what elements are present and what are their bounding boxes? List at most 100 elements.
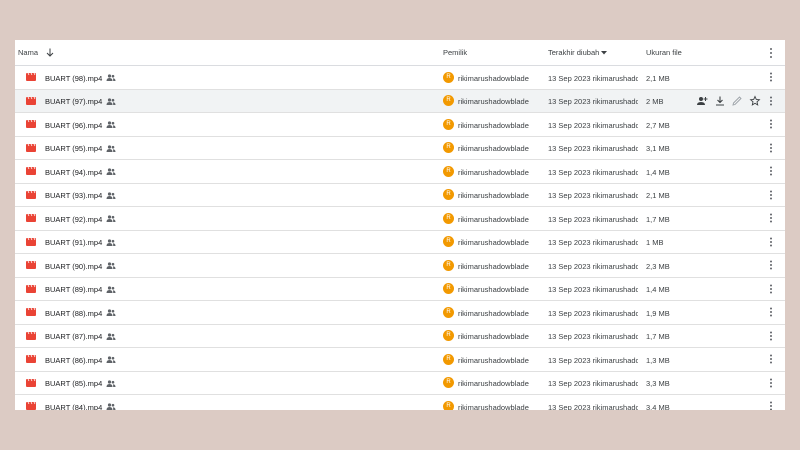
- file-row[interactable]: BUART (90).mp4 Rrikimarushadowblade 13 Sep…: [15, 254, 785, 278]
- file-size: 2,3 MB: [646, 261, 670, 271]
- video-file-icon: [26, 378, 36, 387]
- more-vert-icon[interactable]: [769, 47, 773, 59]
- owner-avatar: R: [443, 71, 454, 83]
- file-name[interactable]: BUART (93).mp4: [45, 191, 102, 200]
- more-vert-icon[interactable]: [768, 330, 774, 342]
- file-name[interactable]: BUART (96).mp4: [45, 121, 102, 130]
- file-row[interactable]: BUART (88).mp4 Rrikimarushadowblade 13 Sep…: [15, 301, 785, 325]
- file-name[interactable]: BUART (88).mp4: [45, 309, 102, 318]
- last-modified: 13 Sep 2023 rikimarushadowblade: [548, 285, 638, 294]
- file-size: 1,4 MB: [646, 285, 670, 294]
- rename-icon[interactable]: [731, 95, 743, 107]
- file-row[interactable]: BUART (98).mp4 Rrikimarushadowblade 13 Sep…: [15, 66, 785, 90]
- video-file-icon: [26, 214, 36, 222]
- video-file-icon: [26, 355, 36, 363]
- file-size: 2,7 MB: [646, 120, 670, 130]
- file-name[interactable]: BUART (84).mp4: [45, 403, 102, 411]
- file-size: 1,7 MB: [646, 214, 670, 224]
- more-vert-icon[interactable]: [768, 118, 774, 130]
- file-row[interactable]: BUART (84).mp4 Rrikimarushadowblade 13 Sep…: [15, 395, 785, 410]
- file-size: 1,7 MB: [646, 332, 670, 341]
- file-name[interactable]: BUART (94).mp4: [45, 168, 102, 177]
- file-row[interactable]: BUART (89).mp4 Rrikimarushadowblade 13 Sep…: [15, 278, 785, 301]
- owner-avatar: R: [443, 118, 454, 130]
- file-name[interactable]: BUART (87).mp4: [45, 332, 102, 341]
- video-file-icon: [26, 73, 36, 81]
- file-size: 1,9 MB: [646, 308, 670, 318]
- file-name[interactable]: BUART (98).mp4: [45, 74, 102, 83]
- column-header-size[interactable]: Ukuran file: [646, 48, 682, 57]
- more-vert-icon[interactable]: [768, 353, 774, 365]
- file-row[interactable]: BUART (92).mp4 Rrikimarushadowblade 13 Sep…: [15, 207, 785, 231]
- download-icon[interactable]: [714, 95, 726, 107]
- file-size: 3,1 MB: [646, 144, 670, 153]
- file-row[interactable]: BUART (94).mp4 Rrikimarushadowblade 13 Sep…: [15, 160, 785, 184]
- people-icon: [106, 309, 116, 316]
- more-vert-icon[interactable]: [768, 189, 774, 201]
- owner-name: rikimarushadowblade: [458, 73, 529, 83]
- last-modified: 13 Sep 2023 rikimarushadowblade: [548, 332, 638, 341]
- file-row[interactable]: BUART (86).mp4 Rrikimarushadowblade 13 Sep…: [15, 348, 785, 372]
- video-file-icon: [26, 331, 36, 340]
- more-vert-icon[interactable]: [768, 212, 774, 224]
- owner-avatar: R: [443, 142, 454, 153]
- owner-name: rikimarushadowblade: [458, 167, 529, 177]
- file-row[interactable]: BUART (95).mp4 Rrikimarushadowblade 13 Sep…: [15, 137, 785, 160]
- more-vert-icon[interactable]: [768, 306, 774, 318]
- last-modified: 13 Sep 2023 rikimarushadowblade: [548, 261, 638, 271]
- more-vert-icon[interactable]: [768, 142, 774, 154]
- file-row[interactable]: BUART (97).mp4 Rrikimarushadowblade 13 Sep…: [15, 89, 785, 113]
- last-modified: 13 Sep 2023 rikimarushadowblade: [548, 191, 638, 200]
- file-row[interactable]: BUART (87).mp4 Rrikimarushadowblade 13 Sep…: [15, 325, 785, 348]
- file-name[interactable]: BUART (97).mp4: [45, 97, 102, 106]
- file-row[interactable]: BUART (96).mp4 Rrikimarushadowblade 13 Sep…: [15, 113, 785, 137]
- more-vert-icon[interactable]: [768, 165, 774, 177]
- file-row[interactable]: BUART (91).mp4 Rrikimarushadowblade 13 Sep…: [15, 231, 785, 254]
- file-name[interactable]: BUART (86).mp4: [45, 356, 102, 365]
- owner-avatar: R: [443, 283, 454, 294]
- column-header-modified[interactable]: Terakhir diubah: [548, 48, 599, 57]
- add-person-icon[interactable]: [696, 95, 708, 107]
- file-name[interactable]: BUART (95).mp4: [45, 144, 102, 153]
- people-icon: [106, 356, 116, 363]
- last-modified: 13 Sep 2023 rikimarushadowblade: [548, 355, 638, 365]
- column-header-name[interactable]: Nama: [18, 48, 38, 57]
- owner-avatar: R: [443, 353, 454, 365]
- arrow-down-icon[interactable]: [46, 48, 54, 57]
- star-icon[interactable]: [749, 94, 761, 107]
- more-vert-icon[interactable]: [768, 236, 774, 248]
- more-vert-icon[interactable]: [768, 283, 774, 295]
- file-row[interactable]: BUART (85).mp4 Rrikimarushadowblade 13 Sep…: [15, 372, 785, 395]
- people-icon: [106, 97, 116, 105]
- last-modified: 13 Sep 2023 rikimarushadowblade: [548, 214, 638, 224]
- video-file-icon: [26, 96, 36, 105]
- file-size: 3,4 MB: [646, 402, 670, 411]
- last-modified: 13 Sep 2023 rikimarushadowblade: [548, 379, 638, 388]
- more-vert-icon[interactable]: [768, 377, 774, 389]
- file-name[interactable]: BUART (90).mp4: [45, 262, 102, 271]
- people-icon: [106, 191, 116, 199]
- more-vert-icon[interactable]: [768, 95, 774, 107]
- owner-name: rikimarushadowblade: [458, 120, 529, 130]
- column-header-owner[interactable]: Pemilik: [443, 48, 467, 57]
- more-vert-icon[interactable]: [768, 400, 774, 410]
- people-icon: [106, 285, 116, 293]
- file-row[interactable]: BUART (93).mp4 Rrikimarushadowblade 13 Sep…: [15, 184, 785, 207]
- file-name[interactable]: BUART (91).mp4: [45, 238, 102, 247]
- owner-avatar: R: [443, 259, 454, 271]
- file-name[interactable]: BUART (92).mp4: [45, 215, 102, 224]
- file-name[interactable]: BUART (85).mp4: [45, 379, 102, 388]
- video-file-icon: [26, 261, 36, 269]
- owner-avatar: R: [443, 306, 454, 318]
- more-vert-icon[interactable]: [768, 71, 774, 83]
- owner-name: rikimarushadowblade: [458, 191, 529, 200]
- video-file-icon: [26, 284, 36, 293]
- people-icon: [106, 262, 116, 269]
- more-vert-icon[interactable]: [768, 259, 774, 271]
- caret-down-icon[interactable]: [601, 51, 607, 55]
- owner-name: rikimarushadowblade: [458, 97, 529, 106]
- people-icon: [106, 121, 116, 128]
- file-name[interactable]: BUART (89).mp4: [45, 285, 102, 294]
- file-size: 1 MB: [646, 238, 664, 247]
- last-modified: 13 Sep 2023 rikimarushadowblade: [548, 120, 638, 130]
